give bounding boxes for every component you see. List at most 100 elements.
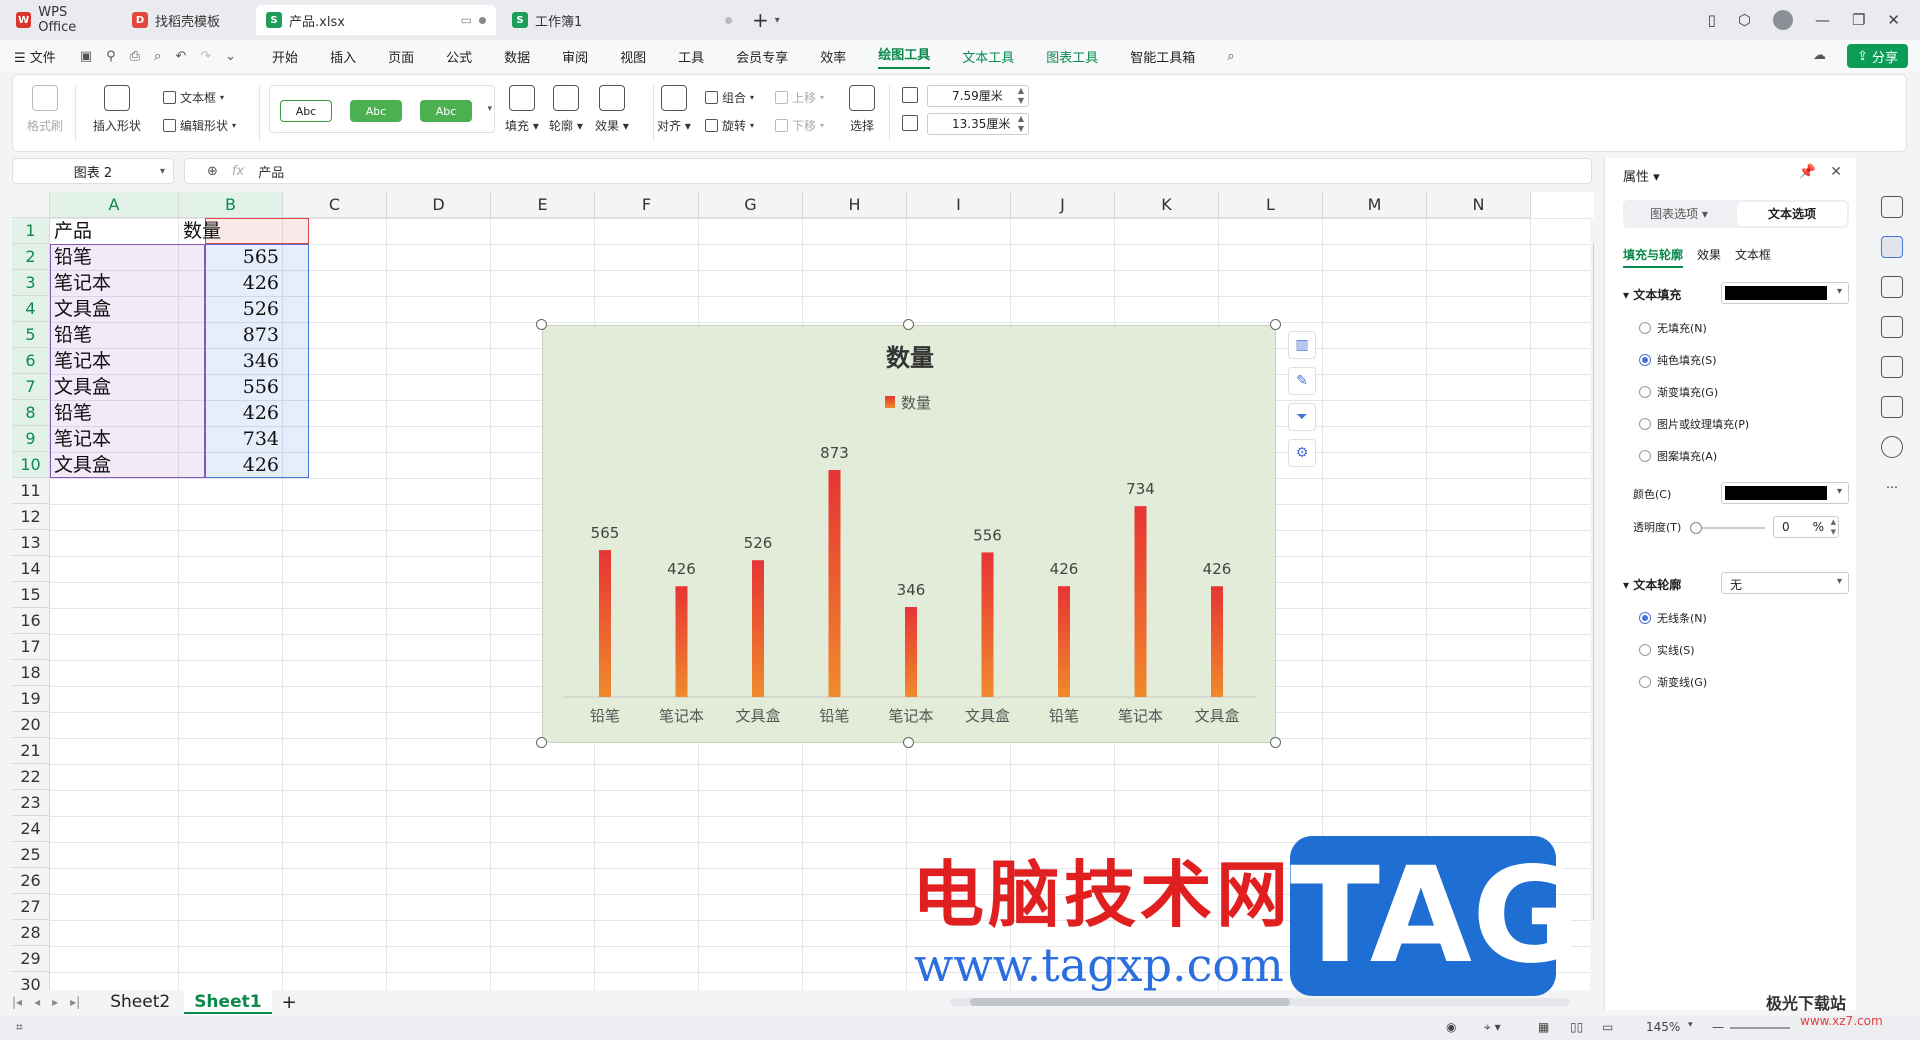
link-icon[interactable]: ⚲ xyxy=(106,49,116,64)
cell[interactable]: 346 xyxy=(179,348,283,374)
row-header[interactable]: 28 xyxy=(12,920,50,946)
zoom-out-icon[interactable]: — xyxy=(1712,1020,1724,1034)
undo-icon[interactable]: ↶ xyxy=(175,49,186,64)
style-icon[interactable] xyxy=(1881,316,1903,338)
align-button[interactable]: 对齐 ▾ xyxy=(657,85,691,134)
row-header[interactable]: 29 xyxy=(12,946,50,972)
menu-review[interactable]: 审阅 xyxy=(562,47,588,66)
file-menu[interactable]: ☰ 文件 xyxy=(14,47,56,66)
outline-button[interactable]: 轮廓 ▾ xyxy=(549,85,583,134)
row-header[interactable]: 5 xyxy=(12,322,50,348)
rotate-button[interactable]: 旋转 ▾ xyxy=(705,117,754,134)
cell[interactable]: 426 xyxy=(179,452,283,478)
chevron-down-icon[interactable]: ⌄ xyxy=(225,49,236,64)
last-sheet-icon[interactable]: ▸| xyxy=(70,995,80,1009)
bar[interactable] xyxy=(905,607,917,697)
radio-solid-line[interactable]: 实线(S) xyxy=(1639,642,1695,658)
avatar[interactable] xyxy=(1772,10,1793,30)
text-fill-color-dropdown[interactable]: ▾ xyxy=(1721,282,1849,304)
search-icon[interactable]: ⌕ xyxy=(1227,49,1234,64)
eye-protection-icon[interactable]: ◉ xyxy=(1446,1020,1456,1034)
row-header[interactable]: 24 xyxy=(12,816,50,842)
row-header[interactable]: 15 xyxy=(12,582,50,608)
menu-chart-tools[interactable]: 图表工具 xyxy=(1046,47,1098,66)
radio-gradient-line[interactable]: 渐变线(G) xyxy=(1639,674,1707,690)
row-header[interactable]: 4 xyxy=(12,296,50,322)
chart-settings-icon[interactable]: ⚙ xyxy=(1288,439,1316,467)
name-box[interactable]: 图表 2 ▾ xyxy=(12,158,174,184)
menu-member[interactable]: 会员专享 xyxy=(736,47,788,66)
cell[interactable]: 笔记本 xyxy=(50,348,179,374)
column-header[interactable]: A xyxy=(50,192,179,218)
resize-handle-s[interactable] xyxy=(903,737,914,748)
shape-style-3[interactable]: Abc xyxy=(420,100,472,122)
bar[interactable] xyxy=(675,586,688,697)
sheet-tab-sheet1[interactable]: Sheet1 xyxy=(184,990,272,1014)
redo-icon[interactable]: ↷ xyxy=(200,49,211,64)
monitor-icon[interactable]: ▭ xyxy=(461,13,472,27)
column-header[interactable]: C xyxy=(283,192,387,218)
cell[interactable]: 铅笔 xyxy=(50,244,179,270)
help-icon[interactable] xyxy=(1881,436,1903,458)
row-header[interactable]: 8 xyxy=(12,400,50,426)
row-header[interactable]: 27 xyxy=(12,894,50,920)
menu-efficiency[interactable]: 效率 xyxy=(820,47,846,66)
restore-icon[interactable]: ❐ xyxy=(1852,11,1865,29)
share-button[interactable]: ⇪ 分享 xyxy=(1847,44,1908,68)
new-tab-plus-icon[interactable]: + xyxy=(752,8,769,32)
column-header[interactable]: M xyxy=(1323,192,1427,218)
row-header[interactable]: 10 xyxy=(12,452,50,478)
menu-drawing-tools[interactable]: 绘图工具 xyxy=(878,44,931,69)
select-all-corner[interactable] xyxy=(12,192,50,218)
shape-style-2[interactable]: Abc xyxy=(350,100,402,122)
more-icon[interactable]: ⋯ xyxy=(1881,476,1903,498)
horizontal-scrollbar[interactable] xyxy=(950,998,1570,1006)
column-header[interactable]: G xyxy=(699,192,803,218)
row-header[interactable]: 30 xyxy=(12,972,50,990)
row-header[interactable]: 13 xyxy=(12,530,50,556)
cell[interactable]: 556 xyxy=(179,374,283,400)
tab-chart-options[interactable]: 图表选项 ▾ xyxy=(1625,202,1733,226)
row-header[interactable]: 11 xyxy=(12,478,50,504)
chevron-down-icon[interactable]: ▾ xyxy=(1688,1020,1693,1030)
bar[interactable] xyxy=(1058,586,1070,697)
close-icon[interactable]: ✕ xyxy=(1830,164,1842,180)
subtab-fill-outline[interactable]: 填充与轮廓 xyxy=(1623,246,1684,268)
chart-style-brush-icon[interactable]: ✎ xyxy=(1288,367,1316,395)
bar[interactable] xyxy=(752,560,764,697)
close-icon[interactable]: ✕ xyxy=(1887,11,1900,29)
row-header[interactable]: 3 xyxy=(12,270,50,296)
resize-handle-sw[interactable] xyxy=(536,737,547,748)
column-header[interactable]: L xyxy=(1219,192,1323,218)
format-painter-button[interactable]: 格式刷 xyxy=(27,85,63,134)
row-header[interactable]: 2 xyxy=(12,244,50,270)
radio-solid-fill[interactable]: 纯色填充(S) xyxy=(1639,352,1717,368)
menu-smart-toolbox[interactable]: 智能工具箱 xyxy=(1130,47,1195,66)
tab-workbook1[interactable]: S 工作簿1 xyxy=(502,5,742,35)
row-header[interactable]: 19 xyxy=(12,686,50,712)
legend-label[interactable]: 数量 xyxy=(901,394,931,412)
page-layout-icon[interactable]: ▯▯ xyxy=(1570,1020,1583,1034)
subtab-effects[interactable]: 效果 xyxy=(1697,246,1721,268)
vertical-scroll-thumb[interactable] xyxy=(1593,242,1594,922)
column-header[interactable]: I xyxy=(907,192,1011,218)
chevron-down-icon[interactable]: ▾ xyxy=(160,166,165,177)
menu-text-tools[interactable]: 文本工具 xyxy=(962,47,1014,66)
transform-icon[interactable] xyxy=(1881,276,1903,298)
row-header[interactable]: 18 xyxy=(12,660,50,686)
column-header[interactable]: H xyxy=(803,192,907,218)
page-break-icon[interactable]: ▭ xyxy=(1602,1020,1613,1034)
cell[interactable]: 笔记本 xyxy=(50,270,179,296)
cell[interactable]: 文具盒 xyxy=(50,374,179,400)
chart-filter-icon[interactable]: ⏷ xyxy=(1288,403,1316,431)
first-sheet-icon[interactable]: |◂ xyxy=(12,995,22,1009)
column-header[interactable]: N xyxy=(1427,192,1531,218)
cell[interactable]: 文具盒 xyxy=(50,452,179,478)
menu-view[interactable]: 视图 xyxy=(620,47,646,66)
vertical-scrollbar[interactable] xyxy=(1590,218,1594,990)
zoom-slider[interactable] xyxy=(1730,1027,1790,1029)
column-header[interactable]: B xyxy=(179,192,283,218)
shape-height-field[interactable]: 13.35厘米 ▲ ▼ xyxy=(902,113,1029,135)
chart-title[interactable]: 数量 xyxy=(886,344,934,372)
bar-chart[interactable]: 数量 数量 565 铅笔 426 笔记本 526 文具盒 873 铅笔 346 笔记本 556 文具盒… xyxy=(542,325,1276,743)
